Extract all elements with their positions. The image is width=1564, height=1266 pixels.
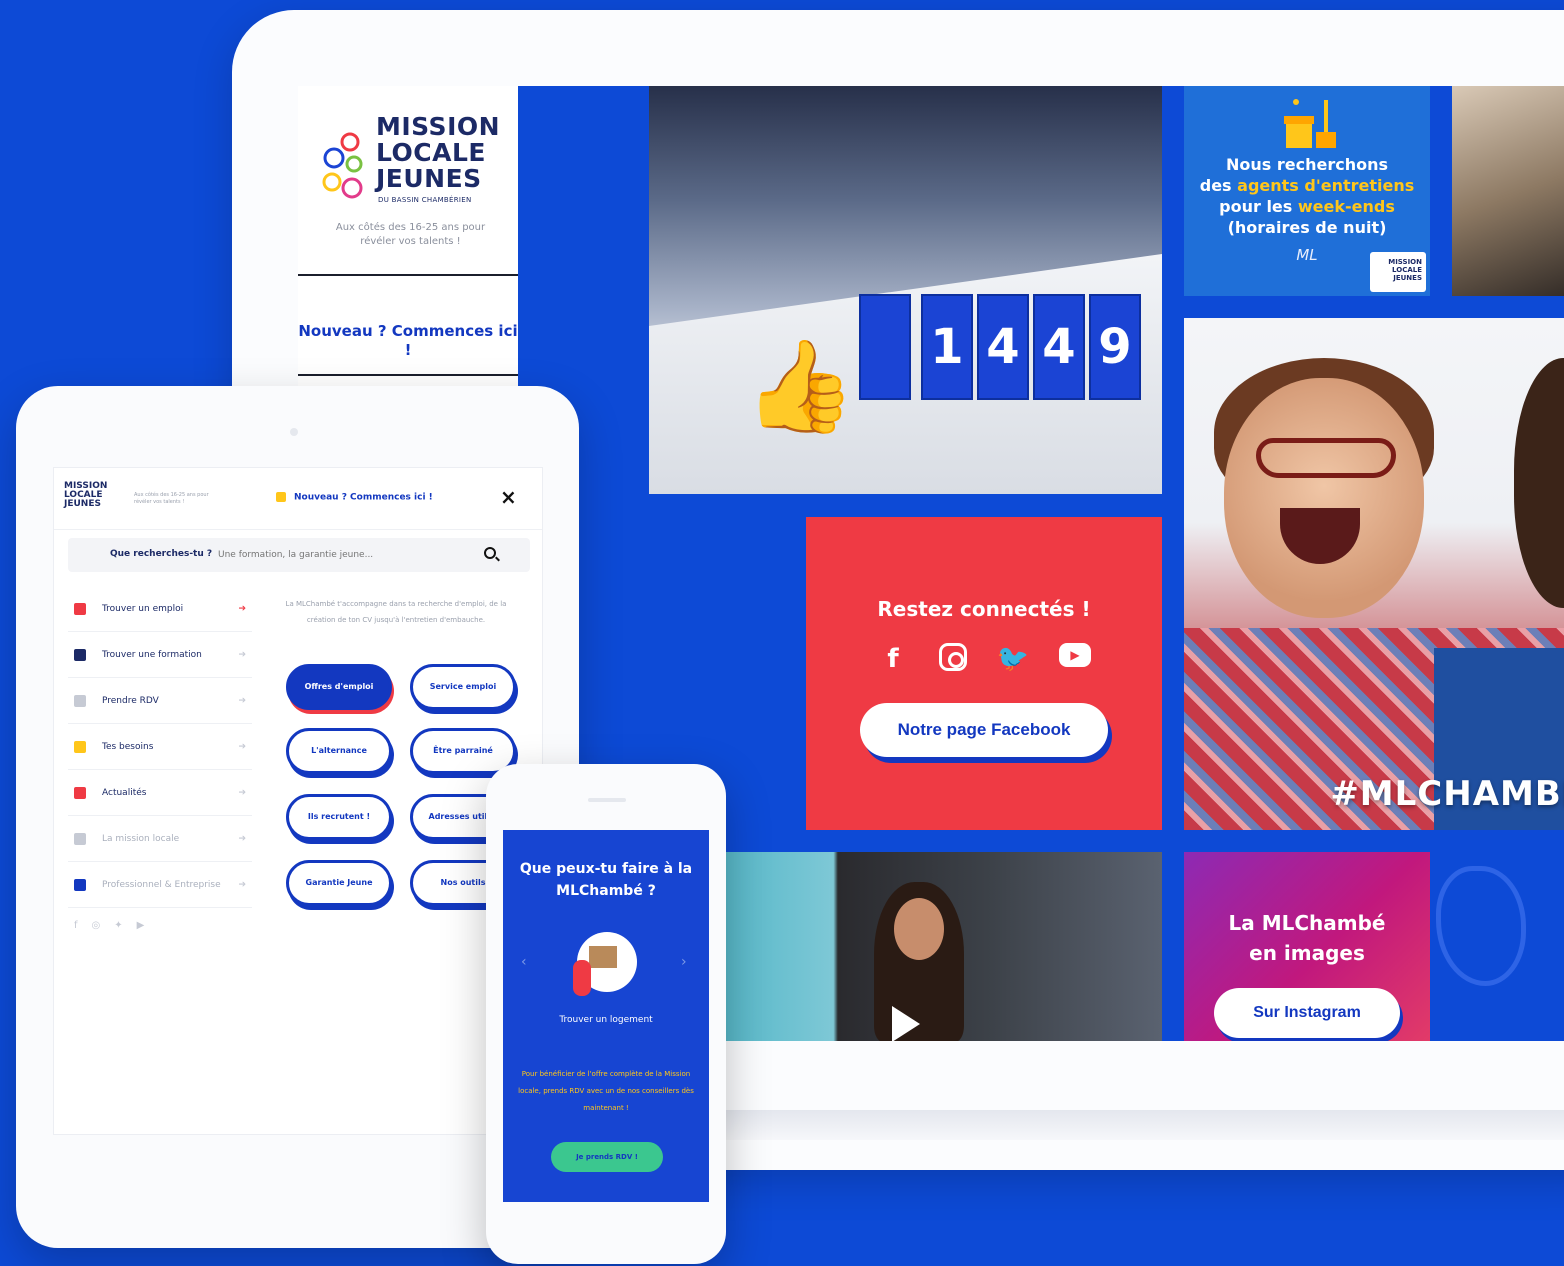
logo-icon — [74, 832, 86, 845]
mission-locale-logo[interactable]: MISSION LOCALE JEUNES DU BASSIN CHAMBÉRI… — [320, 114, 505, 209]
slide-caption: Trouver un logement — [559, 1015, 653, 1025]
social-title: Restez connectés ! — [877, 597, 1091, 621]
menu-item-pro[interactable]: Professionnel & Entreprise ➔ — [68, 862, 252, 908]
menu-item-mission-locale[interactable]: La mission locale ➔ — [68, 816, 252, 862]
megaphone-icon — [74, 786, 86, 799]
menu-item-formation[interactable]: Trouver une formation ➔ — [68, 632, 252, 678]
social-block: Restez connectés ! f 🐦 ▶ Notre page Face… — [806, 517, 1162, 830]
photo-face — [1224, 378, 1424, 618]
tablet-new-here-link[interactable]: Nouveau ? Commences ici ! — [276, 492, 433, 503]
twitter-icon[interactable]: 🐦 — [997, 643, 1029, 675]
counter-digit: 1 — [921, 294, 973, 400]
divider — [298, 274, 518, 276]
logo-subtitle: DU BASSIN CHAMBÉRIEN — [378, 196, 472, 204]
twitter-icon[interactable]: ✦ — [114, 920, 122, 931]
menu-item-emploi[interactable]: Trouver un emploi ➔ — [68, 586, 252, 632]
arrow-icon: ➔ — [238, 741, 246, 752]
box-icon — [589, 946, 617, 968]
arrow-icon: ➔ — [238, 787, 246, 798]
menu-item-rdv[interactable]: Prendre RDV ➔ — [68, 678, 252, 724]
pill-garantie-jeune[interactable]: Garantie Jeune — [286, 860, 392, 906]
hand-icon — [74, 740, 86, 753]
counter-digit: 9 — [1089, 294, 1141, 400]
youtube-icon[interactable]: ▶ — [137, 920, 145, 931]
tablet-logo[interactable]: MISSION LOCALE JEUNES — [64, 482, 128, 509]
video-thumbnail[interactable] — [724, 852, 1162, 1041]
photo-face-2 — [1514, 358, 1564, 608]
instagram-icon[interactable]: ◎ — [92, 920, 101, 931]
arrow-icon: ➔ — [238, 833, 246, 844]
menu-item-besoins[interactable]: Tes besoins ➔ — [68, 724, 252, 770]
play-icon[interactable] — [892, 1006, 920, 1041]
ok-hand-icon — [1436, 866, 1526, 986]
search-icon[interactable] — [484, 547, 496, 559]
chevron-right-icon[interactable]: › — [681, 954, 687, 970]
recruit-post[interactable]: Nous recherchons des agents d'entretiens… — [1184, 86, 1430, 296]
instagram-title: La MLChambé en images — [1228, 911, 1386, 965]
mini-logo: MISSION LOCALE JEUNES — [1370, 252, 1426, 292]
social-icons: f 🐦 ▶ — [806, 643, 1162, 675]
friends-photo[interactable]: #MLCHAMBÉ — [1184, 318, 1564, 830]
tablet-logo-subtitle: Aux côtés des 16-25 ans pour révéler vos… — [134, 492, 209, 505]
menu-item-actualites[interactable]: Actualités ➔ — [68, 770, 252, 816]
desktop-sidebar: MISSION LOCALE JEUNES DU BASSIN CHAMBÉRI… — [298, 86, 518, 386]
pill-service-emploi[interactable]: Service emploi — [410, 664, 516, 710]
search-label: Que recherches-tu ? — [110, 549, 213, 559]
hashtag-label: #MLCHAMBÉ — [1330, 774, 1564, 814]
tagline: Aux côtés des 16-25 ans pour révéler vos… — [335, 222, 486, 247]
graduation-cap-icon — [74, 648, 86, 661]
recruit-text: Nous recherchons des agents d'entretiens… — [1199, 155, 1415, 237]
book-appointment-button[interactable]: Je prends RDV ! — [551, 1142, 663, 1172]
new-here-link[interactable]: Nouveau ? Commences ici ! — [298, 322, 518, 360]
tablet-intro: La MLChambé t'accompagne dans ta recherc… — [285, 600, 507, 624]
search-bar: Que recherches-tu ? — [68, 538, 530, 572]
pill-parraine[interactable]: Être parrainé — [410, 728, 516, 774]
youtube-icon[interactable]: ▶ — [1059, 643, 1091, 667]
logo-wordmark: MISSION LOCALE JEUNES — [376, 112, 501, 193]
facebook-icon[interactable]: f — [74, 920, 78, 931]
counter-blank — [859, 294, 911, 400]
person-icon — [573, 960, 591, 996]
phone-speaker — [588, 798, 626, 802]
tablet-social-icons: f ◎ ✦ ▶ — [74, 920, 144, 931]
tablet-screen: MISSION LOCALE JEUNES Aux côtés des 16-2… — [53, 467, 543, 1135]
tablet-camera — [290, 428, 298, 436]
arrow-icon: ➔ — [238, 603, 246, 614]
building-icon — [74, 878, 86, 891]
hand-icon — [276, 492, 286, 502]
divider — [298, 374, 518, 376]
pill-alternance[interactable]: L'alternance — [286, 728, 392, 774]
photo-glasses — [1256, 438, 1396, 478]
pill-offres-emploi[interactable]: Offres d'emploi — [286, 664, 392, 710]
arrow-icon: ➔ — [238, 879, 246, 890]
chevron-left-icon[interactable]: ‹ — [521, 954, 527, 970]
instagram-button[interactable]: Sur Instagram — [1214, 988, 1400, 1038]
facebook-page-button[interactable]: Notre page Facebook — [860, 703, 1108, 757]
tablet-menu: Trouver un emploi ➔ Trouver une formation… — [68, 586, 252, 908]
cleaning-icon — [1284, 99, 1336, 148]
phone-title: Que peux-tu faire à la MLChambé ? — [519, 861, 693, 899]
desk-photo: 👍 1 4 4 9 — [649, 86, 1162, 494]
close-icon[interactable]: × — [500, 485, 517, 509]
chat-icon — [74, 694, 86, 707]
tablet-header: MISSION LOCALE JEUNES Aux côtés des 16-2… — [54, 468, 542, 530]
arrow-icon: ➔ — [238, 695, 246, 706]
arrow-icon: ➔ — [238, 649, 246, 660]
facebook-icon[interactable]: f — [877, 643, 909, 675]
search-input[interactable] — [218, 547, 458, 563]
hand-doodle — [1430, 852, 1564, 1041]
instagram-icon[interactable] — [939, 643, 967, 671]
counter-digit: 4 — [977, 294, 1029, 400]
thumbs-up-icon: 👍 — [744, 334, 857, 439]
phone-text: Pour bénéficier de l'offre complète de l… — [518, 1070, 694, 1112]
briefcase-icon — [74, 602, 86, 615]
pill-ils-recrutent[interactable]: Ils recrutent ! — [286, 794, 392, 840]
logo-circles-icon — [322, 132, 363, 199]
phone-screen: Que peux-tu faire à la MLChambé ? ‹ › Tr… — [503, 830, 709, 1202]
counter-digit: 4 — [1033, 294, 1085, 400]
person-photo[interactable] — [1452, 86, 1564, 296]
instagram-block: La MLChambé en images Sur Instagram — [1184, 852, 1430, 1041]
video-face — [894, 898, 944, 960]
